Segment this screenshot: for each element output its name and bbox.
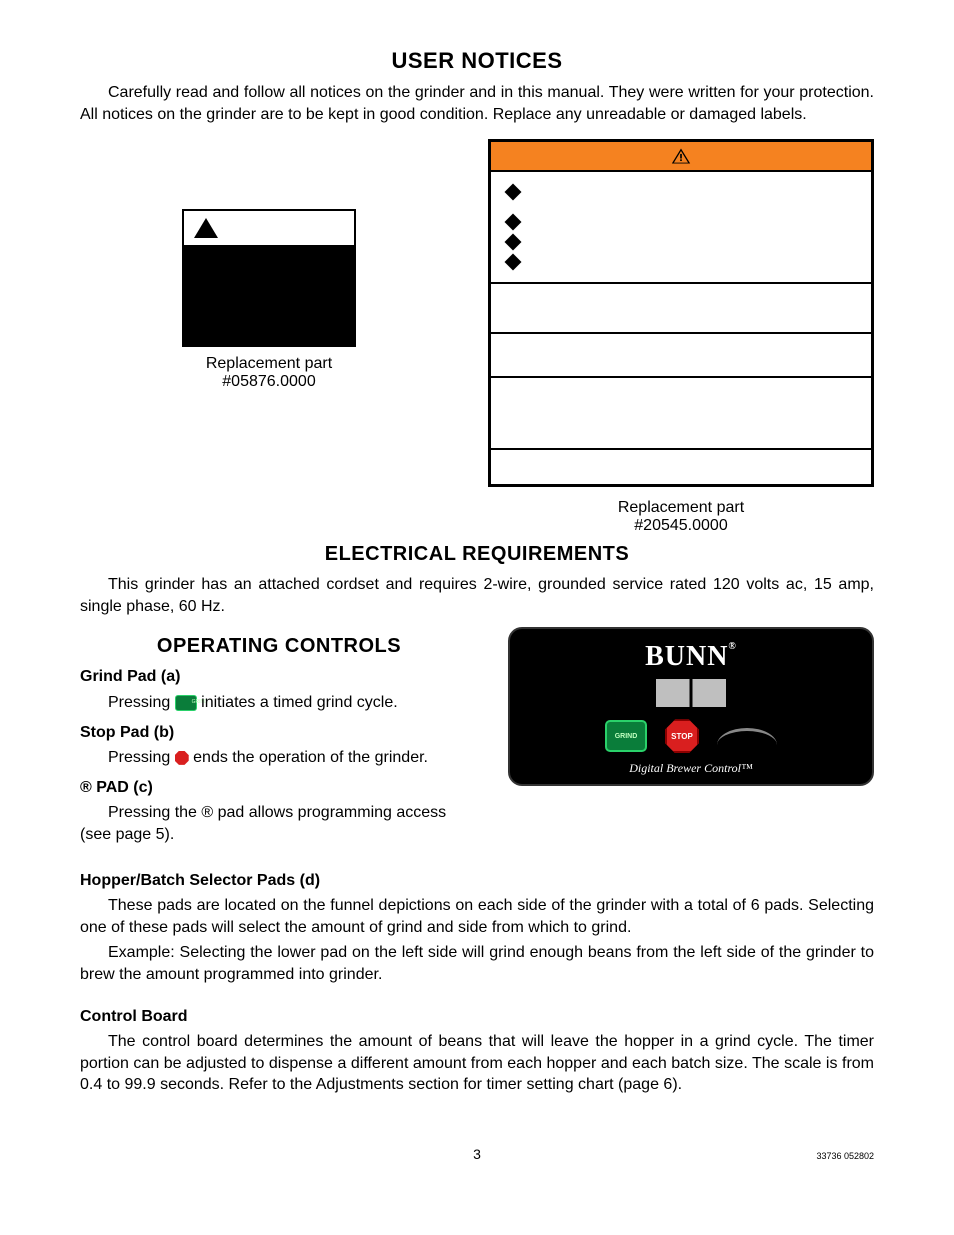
panel-col: BUNN® GRIND STOP Digital Brewer Control™ bbox=[508, 627, 874, 786]
alert-icon bbox=[671, 147, 691, 165]
replacement-2-text: Replacement part bbox=[618, 499, 744, 516]
replacement-1-text: Replacement part bbox=[206, 355, 332, 372]
page-number: 3 bbox=[345, 1146, 610, 1162]
replacement-part-2: Replacement part #20545.0000 bbox=[488, 499, 874, 535]
stop-text-2: ends the operation of the grinder. bbox=[193, 749, 428, 766]
grind-pad-text: Pressing GRIND initiates a timed grind c… bbox=[80, 692, 478, 714]
heading-operating: OPERATING CONTROLS bbox=[80, 635, 478, 658]
hopper-text-1: These pads are located on the funnel dep… bbox=[80, 895, 874, 938]
labels-row: Replacement part #05876.0000 bbox=[80, 139, 874, 535]
caution-label-header bbox=[184, 211, 354, 245]
caution-label-box bbox=[182, 209, 356, 347]
stop-octagon: STOP bbox=[665, 719, 699, 753]
control-board-heading: Control Board bbox=[80, 1006, 874, 1028]
caution-label-body bbox=[184, 245, 354, 345]
stop-text-1: Pressing bbox=[108, 749, 175, 766]
warning-section-5 bbox=[491, 450, 871, 484]
user-notices-intro: Carefully read and follow all notices on… bbox=[80, 82, 874, 125]
control-panel: BUNN® GRIND STOP Digital Brewer Control™ bbox=[508, 627, 874, 786]
right-label-col: Replacement part #20545.0000 bbox=[488, 139, 874, 535]
replacement-1-number: #05876.0000 bbox=[222, 373, 315, 390]
page-footer: 3 33736 052802 bbox=[80, 1146, 874, 1162]
left-label-col: Replacement part #05876.0000 bbox=[80, 139, 458, 535]
warning-section-1 bbox=[491, 172, 871, 284]
operating-text-col: OPERATING CONTROLS Grind Pad (a) Pressin… bbox=[80, 627, 478, 849]
grind-pad-heading: Grind Pad (a) bbox=[80, 666, 478, 688]
grind-button[interactable]: GRIND bbox=[605, 720, 647, 752]
warning-section-4 bbox=[491, 378, 871, 450]
replacement-part-1: Replacement part #05876.0000 bbox=[80, 355, 458, 391]
stop-icon: STOP bbox=[175, 751, 189, 765]
bullet-diamond-icon bbox=[505, 184, 522, 201]
warning-section-3 bbox=[491, 334, 871, 378]
document-code: 33736 052802 bbox=[609, 1151, 874, 1161]
stop-pad-text: Pressing STOP ends the operation of the … bbox=[80, 747, 478, 769]
panel-tagline: Digital Brewer Control™ bbox=[526, 761, 856, 776]
stop-button[interactable]: STOP bbox=[665, 719, 699, 753]
display-window bbox=[656, 679, 726, 707]
brand-reg: ® bbox=[728, 641, 736, 652]
brand-text: BUNN bbox=[645, 641, 728, 672]
warning-triangle-icon bbox=[194, 218, 218, 238]
grind-text-2: initiates a timed grind cycle. bbox=[201, 694, 398, 711]
grind-icon: GRIND bbox=[175, 695, 197, 711]
operating-row: OPERATING CONTROLS Grind Pad (a) Pressin… bbox=[80, 627, 874, 849]
hopper-text-2: Example: Selecting the lower pad on the … bbox=[80, 942, 874, 985]
warning-label-header bbox=[491, 142, 871, 172]
warning-section-2 bbox=[491, 284, 871, 334]
replacement-2-number: #20545.0000 bbox=[634, 517, 727, 534]
bullet-diamond-icon bbox=[505, 214, 522, 231]
panel-buttons: GRIND STOP bbox=[526, 719, 856, 753]
control-board-text: The control board determines the amount … bbox=[80, 1031, 874, 1096]
electrical-text: This grinder has an attached cordset and… bbox=[80, 574, 874, 617]
heading-user-notices: USER NOTICES bbox=[80, 48, 874, 74]
brand-logo: BUNN® bbox=[526, 641, 856, 673]
panel-curve-icon bbox=[717, 728, 777, 745]
reg-pad-heading: ® PAD (c) bbox=[80, 777, 478, 799]
bullet-diamond-icon bbox=[505, 254, 522, 271]
bullet-diamond-icon bbox=[505, 234, 522, 251]
heading-electrical: ELECTRICAL REQUIREMENTS bbox=[80, 543, 874, 566]
warning-label-box bbox=[488, 139, 874, 487]
hopper-heading: Hopper/Batch Selector Pads (d) bbox=[80, 870, 874, 892]
stop-pad-heading: Stop Pad (b) bbox=[80, 722, 478, 744]
reg-pad-text: Pressing the ® pad allows programming ac… bbox=[80, 802, 478, 845]
